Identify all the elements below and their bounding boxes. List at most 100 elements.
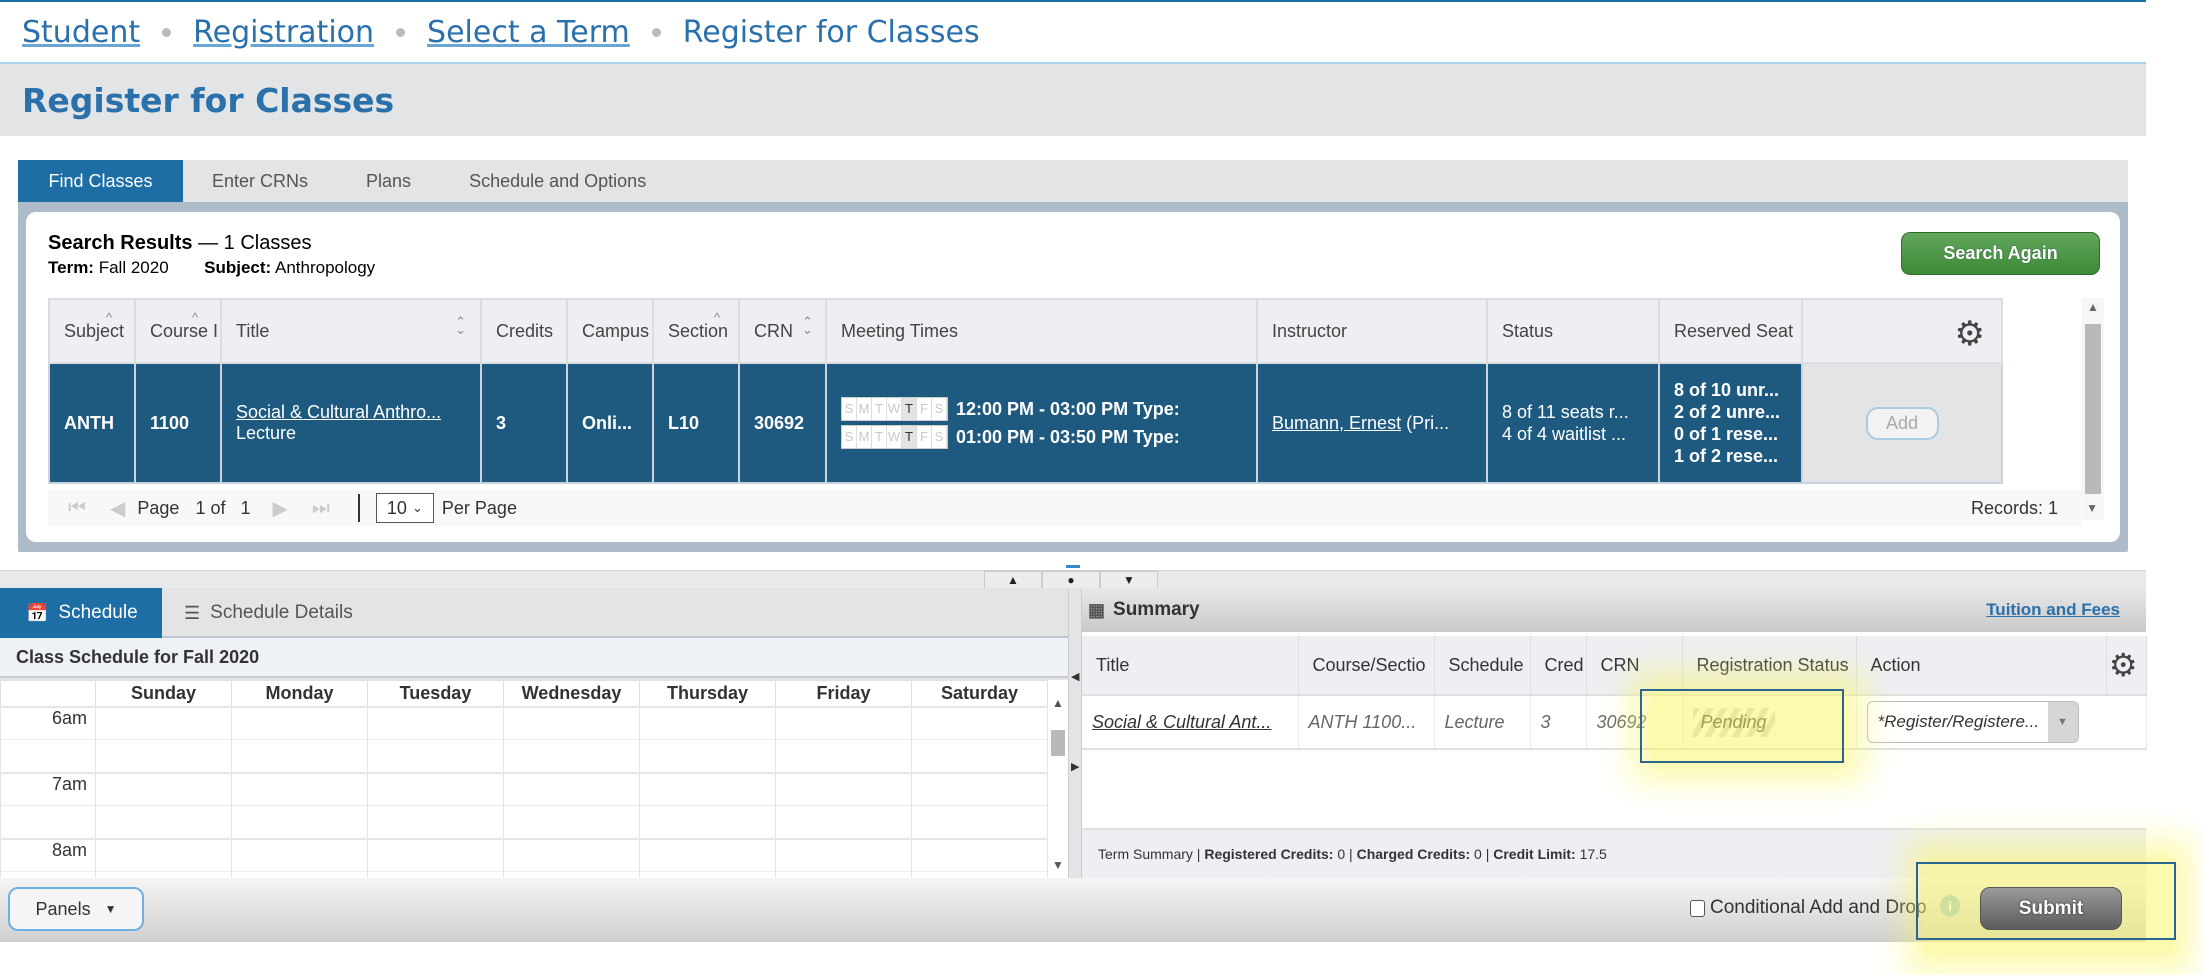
tuition-and-fees-link[interactable]: Tuition and Fees <box>1986 600 2120 620</box>
sort-icon: ⌃ ⌄ <box>455 314 466 337</box>
tab-find-classes[interactable]: Find Classes <box>18 160 183 202</box>
scrollbar-thumb[interactable] <box>2085 324 2101 494</box>
summary-cell-schedule: Lecture <box>1434 694 1531 750</box>
scroll-down-icon[interactable]: ▼ <box>2086 501 2098 515</box>
subject-label: Subject: <box>204 258 272 277</box>
scroll-up-icon[interactable]: ▲ <box>2082 300 2104 314</box>
column-header-campus[interactable]: Campus <box>566 298 654 364</box>
column-header-title[interactable]: Title ⌃ ⌄ <box>220 298 482 364</box>
scroll-up-icon[interactable]: ▲ <box>1048 696 1068 710</box>
summary-cell-title[interactable]: Social & Cultural Ant... <box>1082 694 1299 750</box>
tab-schedule-and-options[interactable]: Schedule and Options <box>440 160 675 202</box>
search-again-button[interactable]: Search Again <box>1901 232 2100 275</box>
cell-title: Social & Cultural Anthro... Lecture <box>220 362 482 484</box>
summary-header-credits[interactable]: Cred <box>1530 636 1587 695</box>
column-header-reserved-seats[interactable]: Reserved Seat <box>1658 298 1803 364</box>
summary-header-crn[interactable]: CRN <box>1586 636 1683 695</box>
cell-subject: ANTH <box>48 362 136 484</box>
term-label: Term: <box>48 258 94 277</box>
cell-reserved-seats: 8 of 10 unr... 2 of 2 unre... 0 of 1 res… <box>1658 362 1803 484</box>
day-header: Saturday <box>911 680 1048 707</box>
instructor-link[interactable]: Bumann, Ernest <box>1272 413 1401 433</box>
column-header-section[interactable]: Section ^ <box>652 298 740 364</box>
scrollbar-thumb[interactable] <box>1051 730 1065 756</box>
summary-cell-action: *Register/Registere... ▼ <box>1856 694 2147 750</box>
meeting-time: 01:00 PM - 03:50 PM <box>956 426 1129 447</box>
previous-page-icon[interactable]: ◀ <box>110 496 125 521</box>
column-header-instructor[interactable]: Instructor <box>1256 298 1488 364</box>
tab-enter-crns[interactable]: Enter CRNs <box>183 160 337 202</box>
column-header-credits[interactable]: Credits <box>480 298 568 364</box>
day-header: Wednesday <box>503 680 640 707</box>
search-results-heading: Search Results <box>48 232 193 254</box>
calendar-scrollbar[interactable]: ▲ ▼ <box>1048 680 1068 878</box>
summary-header-action[interactable]: Action <box>1856 636 2107 695</box>
list-icon: ☰ <box>184 602 201 623</box>
summary-row: Social & Cultural Ant... ANTH 1100... Le… <box>1082 694 2147 750</box>
bottom-bar: Panels ▼ Conditional Add and Drop i <box>0 878 2146 942</box>
gear-icon[interactable]: ⚙ <box>2109 646 2138 684</box>
summary-header: ▦ Summary Tuition and Fees <box>1082 588 2146 632</box>
schedule-calendar: Sunday Monday Tuesday Wednesday Thursday… <box>0 680 1048 878</box>
column-header-crn[interactable]: CRN ⌃ ⌄ <box>738 298 827 364</box>
scroll-down-icon[interactable]: ▼ <box>1048 858 1068 872</box>
splitter-down-button[interactable]: ▼ <box>1100 571 1158 589</box>
hour-label: 6am <box>0 705 96 740</box>
last-page-icon[interactable]: ⏭ <box>312 497 330 520</box>
breadcrumb-separator <box>396 27 406 37</box>
chevron-down-icon: ⌄ <box>411 500 423 515</box>
summary-header-registration-status[interactable]: Registration Status <box>1682 636 1857 695</box>
subject-value: Anthropology <box>274 258 376 277</box>
schedule-type: Lecture <box>236 423 297 443</box>
breadcrumb-registration[interactable]: Registration <box>193 15 374 50</box>
page-total: 1 <box>240 497 251 518</box>
breadcrumb-student[interactable]: Student <box>22 15 140 50</box>
course-title-link[interactable]: Social & Cultural Anthro... <box>236 402 441 422</box>
panels-button[interactable]: Panels ▼ <box>8 887 144 931</box>
cell-campus: Onli... <box>566 362 654 484</box>
per-page-select[interactable]: 10 ⌄ <box>375 493 434 523</box>
action-select[interactable]: *Register/Registere... ▼ <box>1866 701 2079 743</box>
collapse-left-icon[interactable]: ◀ <box>1071 670 1079 683</box>
records-count: Records: 1 <box>1970 497 2058 518</box>
pagination: ⏮ ◀ Page 1 of 1 ▶ ⏭ 10 ⌄ Per Page Record… <box>48 490 2098 526</box>
collapse-right-icon[interactable]: ▶ <box>1071 760 1079 773</box>
splitter-center-button[interactable]: ● <box>1042 571 1100 589</box>
panel-collapse-bar[interactable]: ◀ ▶ <box>1068 588 1082 878</box>
add-button[interactable]: Add <box>1865 406 1939 440</box>
title-bar: Register for Classes <box>0 64 2146 136</box>
first-page-icon[interactable]: ⏮ <box>68 497 86 520</box>
calendar-icon: 📅 <box>26 602 49 623</box>
tab-plans[interactable]: Plans <box>337 160 440 202</box>
splitter-indicator <box>1066 565 1080 568</box>
gear-icon[interactable]: ⚙ <box>1955 314 1985 354</box>
conditional-add-drop[interactable]: Conditional Add and Drop <box>1690 897 1927 919</box>
splitter-up-button[interactable]: ▲ <box>984 571 1042 589</box>
summary-header-schedule[interactable]: Schedule <box>1434 636 1531 695</box>
breadcrumb-select-term[interactable]: Select a Term <box>427 15 630 50</box>
column-header-meeting-times[interactable]: Meeting Times <box>825 298 1258 364</box>
tab-schedule[interactable]: 📅 Schedule <box>0 588 162 638</box>
conditional-add-drop-checkbox[interactable] <box>1690 899 1705 917</box>
summary-header-course[interactable]: Course/Sectio <box>1298 636 1435 695</box>
next-page-icon[interactable]: ▶ <box>273 496 288 521</box>
tab-schedule-details[interactable]: ☰ Schedule Details <box>162 588 375 638</box>
results-scrollbar[interactable]: ▲ <box>2082 298 2104 520</box>
cell-crn: 30692 <box>738 362 827 484</box>
column-header-course[interactable]: Course I ^ <box>134 298 222 364</box>
sort-icon: ⌃ ⌄ <box>802 314 813 337</box>
page-current[interactable]: 1 <box>195 498 205 519</box>
table-row[interactable]: ANTH 1100 Social & Cultural Anthro... Le… <box>48 362 2003 484</box>
tab-strip: Find Classes Enter CRNs Plans Schedule a… <box>18 160 2128 202</box>
summary-header-title[interactable]: Title <box>1082 636 1299 695</box>
divider <box>357 494 360 522</box>
calculator-icon: ▦ <box>1088 599 1106 620</box>
summary-cell-course: ANTH 1100... <box>1298 694 1435 750</box>
search-results-count: — 1 Classes <box>198 232 312 254</box>
column-header-subject[interactable]: Subject ^ <box>48 298 136 364</box>
cell-add: Add <box>1801 362 2003 484</box>
panel-splitter[interactable]: ▲ ● ▼ <box>0 565 2146 589</box>
sort-icon: ^ <box>714 310 721 325</box>
column-header-status[interactable]: Status <box>1486 298 1660 364</box>
sort-icon: ^ <box>106 310 113 325</box>
